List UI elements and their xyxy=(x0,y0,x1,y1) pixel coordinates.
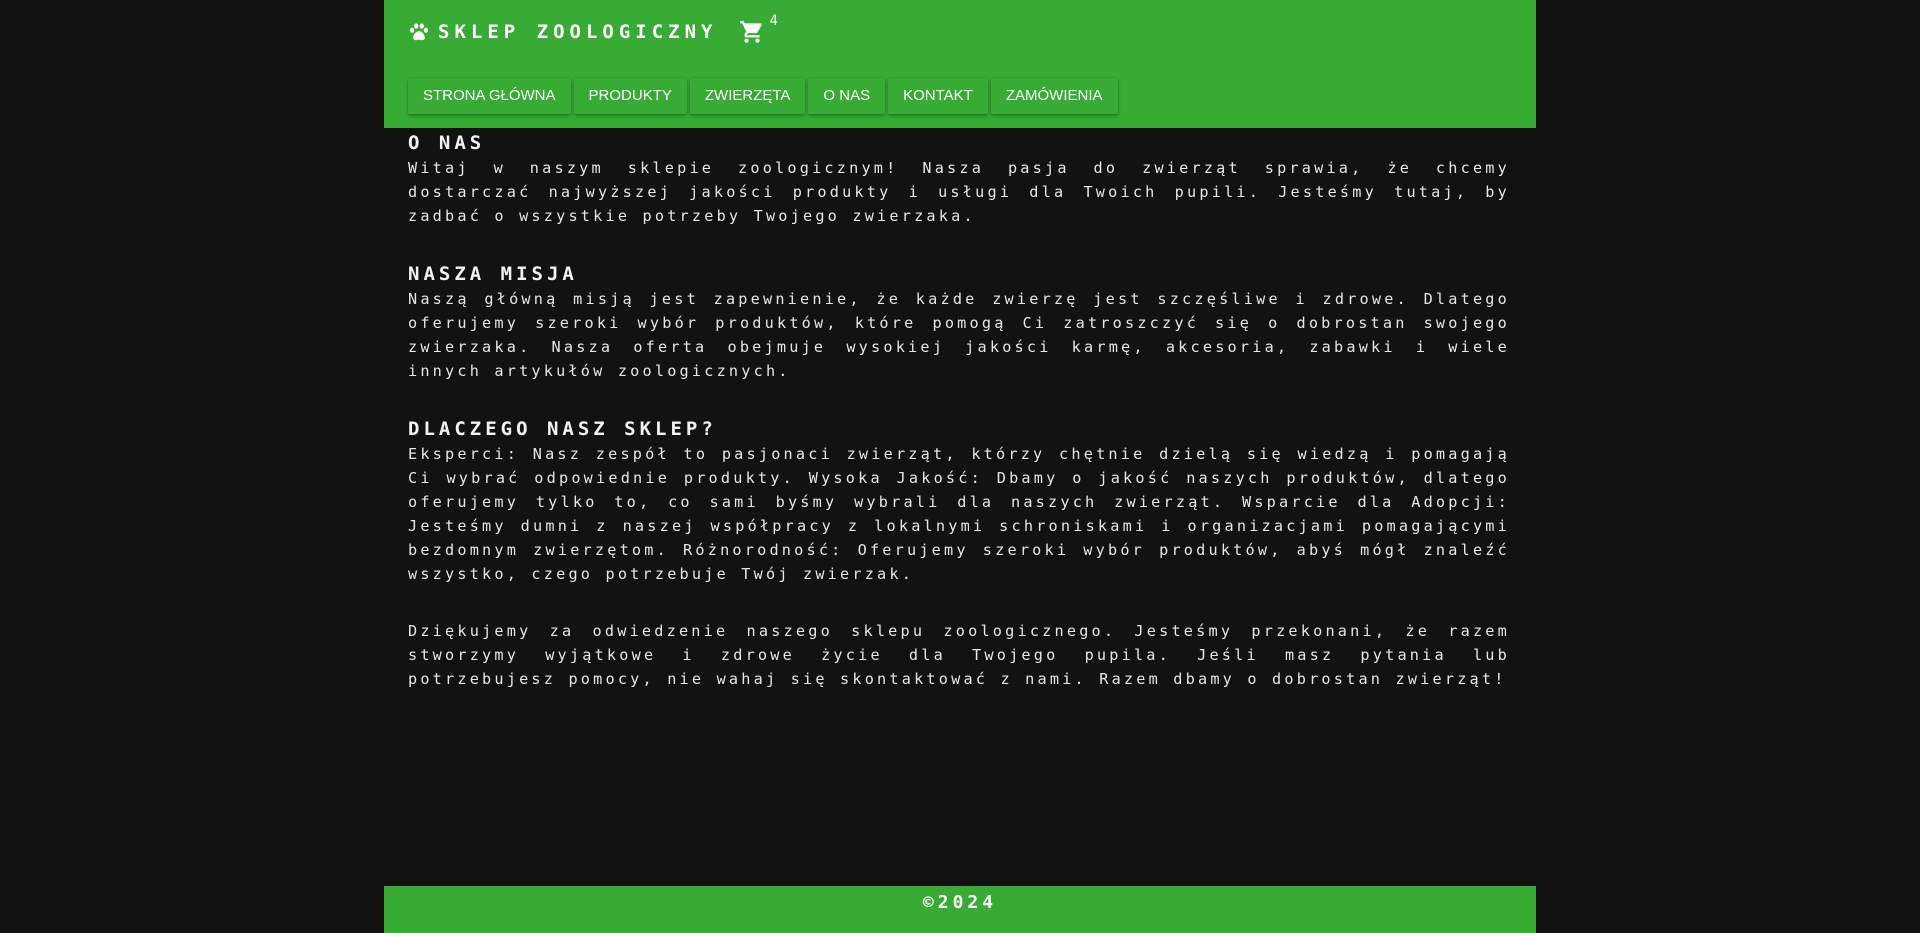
site-title: SKLEP ZOOLOGICZNY xyxy=(438,21,718,43)
mission-section: NASZA MISJA Naszą główną misją jest zape… xyxy=(408,261,1510,383)
nav-contact-button[interactable]: KONTAKT xyxy=(888,78,988,114)
page: SKLEP ZOOLOGICZNY 4 STRONA GŁÓWNA PRODUK… xyxy=(384,0,1536,933)
thanks-section: Dziękujemy za odwiedzenie naszego sklepu… xyxy=(408,619,1510,691)
copyright-text: ©2024 xyxy=(922,892,998,913)
nav-orders-button[interactable]: ZAMÓWIENIA xyxy=(990,78,1118,114)
main-nav: STRONA GŁÓWNA PRODUKTY ZWIERZĘTA O NAS K… xyxy=(408,78,1121,114)
about-text: Witaj w naszym sklepie zoologicznym! Nas… xyxy=(408,159,1510,225)
cart-count-badge: 4 xyxy=(769,13,778,29)
paw-icon xyxy=(408,21,430,43)
nav-products-button[interactable]: PRODUKTY xyxy=(573,78,687,114)
cart-icon xyxy=(739,19,765,45)
thanks-text: Dziękujemy za odwiedzenie naszego sklepu… xyxy=(408,622,1510,688)
main-content: O NAS Witaj w naszym sklepie zoologiczny… xyxy=(408,130,1510,691)
nav-home-button[interactable]: STRONA GŁÓWNA xyxy=(408,78,571,114)
site-footer: ©2024 xyxy=(384,886,1536,933)
nav-about-button[interactable]: O NAS xyxy=(808,78,886,114)
why-title: DLACZEGO NASZ SKLEP? xyxy=(408,418,717,440)
mission-text: Naszą główną misją jest zapewnienie, że … xyxy=(408,290,1510,380)
brand[interactable]: SKLEP ZOOLOGICZNY 4 xyxy=(408,13,778,46)
why-text: Eksperci: Nasz zespół to pasjonaci zwier… xyxy=(408,445,1510,583)
site-header: SKLEP ZOOLOGICZNY 4 STRONA GŁÓWNA PRODUK… xyxy=(384,0,1536,128)
mission-title: NASZA MISJA xyxy=(408,263,578,285)
why-section: DLACZEGO NASZ SKLEP? Eksperci: Nasz zesp… xyxy=(408,416,1510,586)
about-section: O NAS Witaj w naszym sklepie zoologiczny… xyxy=(408,130,1510,228)
about-title: O NAS xyxy=(408,132,486,154)
cart-button[interactable]: 4 xyxy=(739,13,778,45)
nav-animals-button[interactable]: ZWIERZĘTA xyxy=(689,78,806,114)
